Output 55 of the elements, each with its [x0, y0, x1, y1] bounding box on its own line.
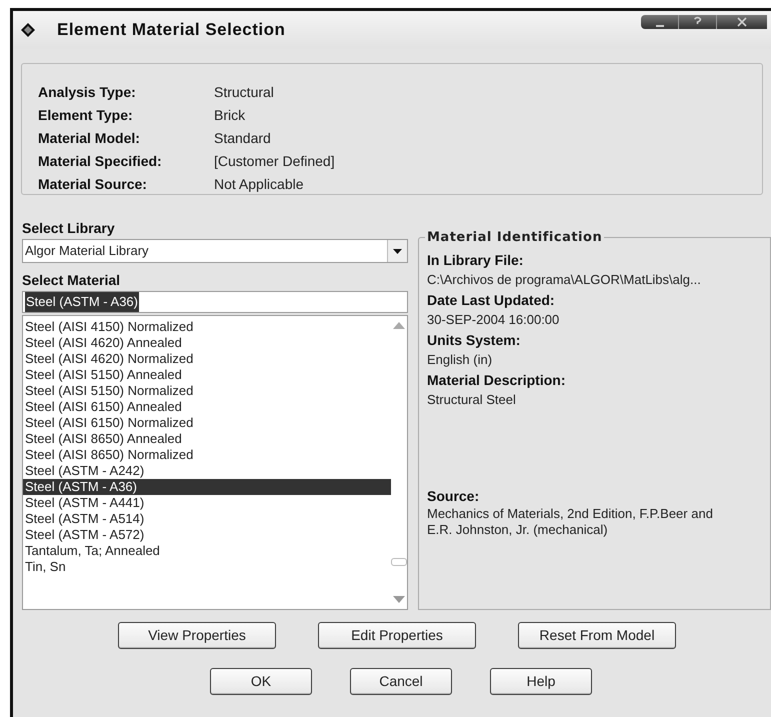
list-item[interactable]: Steel (ASTM - A514): [23, 510, 391, 527]
list-item[interactable]: Steel (AISI 4150) Normalized: [23, 318, 391, 335]
minimize-icon[interactable]: [641, 15, 679, 29]
window-title: Element Material Selection: [57, 19, 286, 42]
info-label: Analysis Type:: [38, 83, 137, 102]
info-value: Standard: [214, 129, 272, 148]
dialog-button[interactable]: Help: [490, 668, 592, 695]
help-icon[interactable]: [679, 15, 717, 29]
list-item[interactable]: Steel (AISI 6150) Normalized: [23, 414, 391, 431]
library-dropdown[interactable]: Algor Material Library: [22, 239, 408, 263]
list-item[interactable]: Steel (ASTM - A36): [23, 478, 391, 495]
material-label: Select Material: [22, 271, 122, 289]
field-label: Material Description:: [427, 371, 566, 390]
info-value: Brick: [214, 106, 246, 125]
list-item[interactable]: Steel (ASTM - A242): [23, 462, 391, 479]
dialog-button[interactable]: Reset From Model: [518, 622, 676, 649]
scroll-down-icon[interactable]: [393, 596, 405, 603]
list-item[interactable]: Steel (AISI 8650) Annealed: [23, 430, 391, 447]
info-label: Material Specified:: [38, 152, 163, 171]
list-item[interactable]: Steel (AISI 5150) Annealed: [23, 366, 391, 383]
close-icon[interactable]: [717, 15, 767, 29]
dialog-button[interactable]: OK: [210, 668, 312, 695]
field-value: Structural Steel: [427, 391, 517, 409]
list-item[interactable]: Tin, Sn: [23, 558, 391, 575]
info-value: [Customer Defined]: [214, 152, 336, 171]
dialog-button[interactable]: View Properties: [118, 622, 276, 649]
list-item[interactable]: Steel (ASTM - A572): [23, 526, 391, 543]
list-item[interactable]: Steel (AISI 4620) Normalized: [23, 350, 391, 367]
info-value: Structural: [214, 83, 275, 102]
library-label: Select Library: [22, 219, 116, 237]
list-item[interactable]: Steel (AISI 6150) Annealed: [23, 398, 391, 415]
info-label: Material Source:: [38, 175, 148, 194]
dialog-button[interactable]: Edit Properties: [318, 622, 476, 649]
info-label: Element Type:: [38, 106, 134, 125]
scroll-thumb[interactable]: [391, 558, 407, 566]
field-label: Source:: [427, 487, 480, 506]
list-item[interactable]: Steel (ASTM - A441): [23, 494, 391, 511]
list-item[interactable]: Steel (AISI 4620) Annealed: [23, 334, 391, 351]
field-value: C:\Archivos de programa\ALGOR\MatLibs\alg...: [427, 271, 702, 289]
diamond-icon: [21, 23, 35, 37]
list-item[interactable]: Steel (AISI 5150) Normalized: [23, 382, 391, 399]
info-value: Not Applicable: [214, 175, 305, 194]
dropdown-arrow-icon: [393, 248, 402, 254]
field-label: Units System:: [427, 331, 522, 350]
field-value: 30-SEP-2004 16:00:00: [427, 311, 560, 329]
field-value: Mechanics of Materials, 2nd Edition, F.P.Beer and E.R. Johnston, Jr. (mechanical): [427, 506, 714, 538]
field-label: In Library File:: [427, 251, 524, 270]
info-label: Material Model:: [38, 129, 141, 148]
material-field[interactable]: Steel (ASTM - A36): [22, 291, 408, 313]
dialog-button[interactable]: Cancel: [350, 668, 452, 695]
field-label: Date Last Updated:: [427, 291, 556, 310]
list-item[interactable]: Steel (AISI 8650) Normalized: [23, 446, 391, 463]
field-value: English (in): [427, 351, 494, 369]
scroll-up-icon[interactable]: [393, 322, 405, 329]
list-item[interactable]: Tantalum, Ta; Annealed: [23, 542, 391, 559]
